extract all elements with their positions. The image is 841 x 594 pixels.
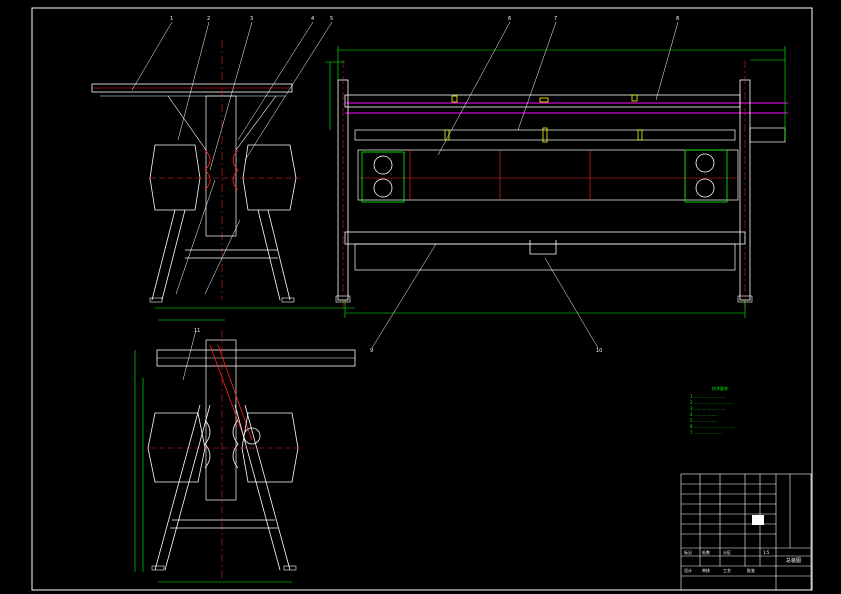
tech-notes-heading: 技术要求: [712, 385, 728, 391]
title-label: 设计: [684, 567, 692, 573]
callout-1: 1: [170, 16, 173, 22]
callout-7: 7: [554, 16, 557, 22]
title-label: 工艺: [723, 568, 731, 573]
callout-5: 5: [330, 16, 333, 22]
callout-10: 10: [596, 348, 602, 354]
title-label: 分区: [723, 549, 731, 555]
title-label: 审核: [702, 567, 710, 573]
callout-9: 9: [370, 348, 373, 354]
callout-4: 4: [311, 16, 314, 22]
callout-3: 3: [250, 16, 253, 22]
callout-11: 11: [194, 328, 200, 334]
title-scale: 1:5: [763, 550, 770, 555]
tech-note-line: 4. ..................: [690, 412, 718, 417]
tech-note-line: 6. ...............................: [690, 424, 735, 429]
tech-note-line: 5. ..................: [690, 418, 718, 423]
drawing-name: 总装图: [786, 557, 801, 564]
callout-6: 6: [508, 16, 511, 22]
tech-note-line: 7. ......................: [690, 430, 723, 435]
callout-8: 8: [676, 16, 679, 22]
cad-drawing: 1 2 3 4 5 6 7 8 9 10 11 技术要求 1. ........…: [0, 0, 841, 594]
tech-note-line: 2. ..............................: [690, 400, 733, 405]
title-label: 标记: [684, 549, 692, 555]
tech-note-line: 1. ........................: [690, 394, 726, 399]
tech-note-line: 3. ........................: [690, 406, 726, 411]
title-label: 处数: [702, 549, 710, 555]
callout-2: 2: [207, 16, 210, 22]
title-label: 批准: [747, 567, 755, 573]
